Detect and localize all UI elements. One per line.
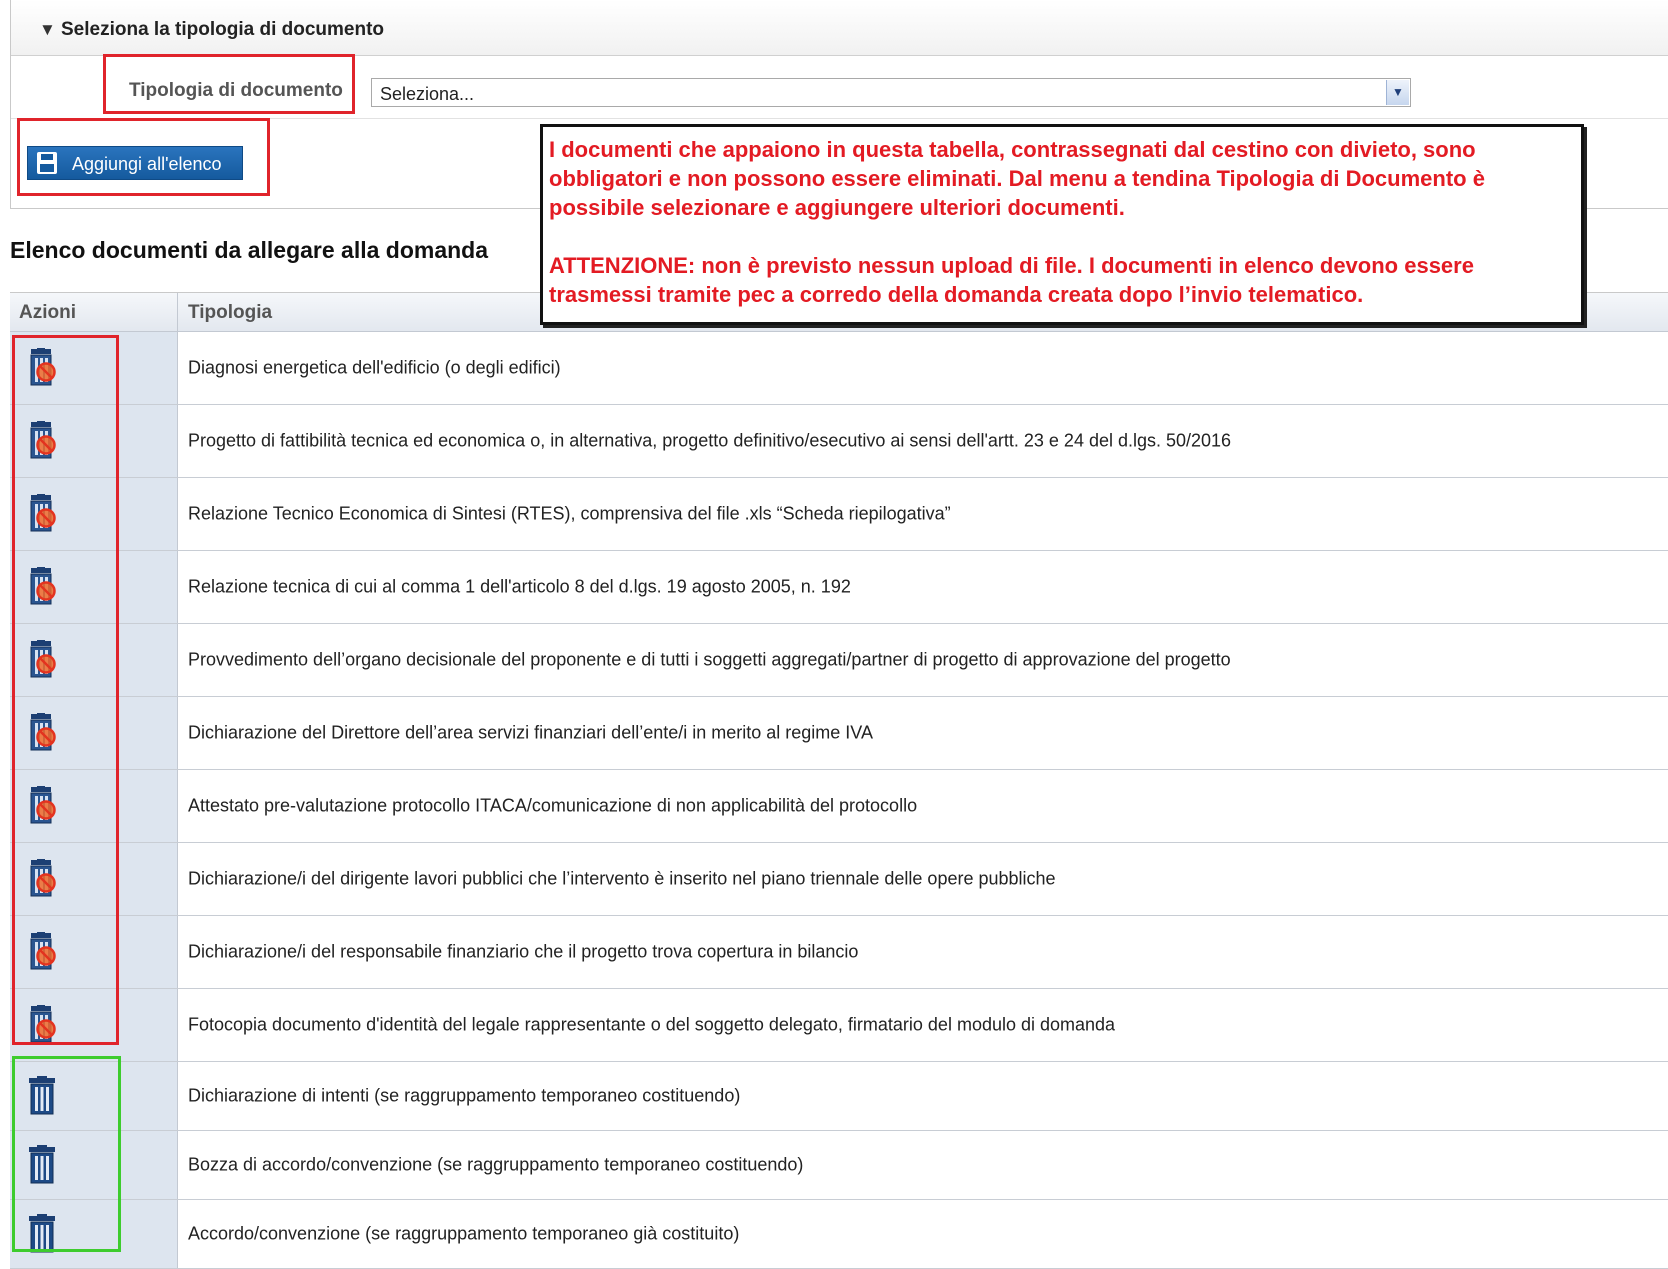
table-row: Provvedimento dell’organo decisionale de…	[10, 624, 1668, 697]
row-tipologia-text: Dichiarazione di intenti (se raggruppame…	[188, 1085, 741, 1106]
panel-title: Seleziona la tipologia di documento	[61, 19, 385, 40]
collapse-triangle-icon[interactable]: ▼	[39, 20, 56, 40]
row-tipologia-text: Dichiarazione/i del responsabile finanzi…	[188, 941, 859, 962]
table-row: Attestato pre-valutazione protocollo ITA…	[10, 770, 1668, 843]
table-row: Relazione tecnica di cui al comma 1 dell…	[10, 551, 1668, 624]
row-tipologia-text: Accordo/convenzione (se raggruppamento t…	[188, 1223, 740, 1244]
info-callout: I documenti che appaiono in questa tabel…	[540, 124, 1584, 325]
panel-header[interactable]: ▼ Seleziona la tipologia di documento	[11, 0, 1668, 56]
table-row: Dichiarazione/i del dirigente lavori pub…	[10, 843, 1668, 916]
table-row: Bozza di accordo/convenzione (se raggrup…	[10, 1131, 1668, 1200]
documents-list-title: Elenco documenti da allegare alla domand…	[10, 237, 489, 263]
table-row: Fotocopia documento d'identità del legal…	[10, 989, 1668, 1062]
callout-paragraph-2: ATTENZIONE: non è previsto nessun upload…	[549, 253, 1474, 307]
row-tipologia-text: Attestato pre-valutazione protocollo ITA…	[188, 795, 918, 816]
document-type-select[interactable]: Seleziona... ▼	[371, 78, 1411, 107]
table-row: Relazione Tecnico Economica di Sintesi (…	[10, 478, 1668, 551]
table-row: Dichiarazione del Direttore dell’area se…	[10, 697, 1668, 770]
table-row: Progetto di fattibilità tecnica ed econo…	[10, 405, 1668, 478]
column-header-azioni: Azioni	[10, 293, 178, 331]
document-type-select-value: Seleziona...	[380, 84, 475, 104]
highlight-frame-add-button	[17, 118, 270, 196]
highlight-frame-field-label	[103, 54, 355, 114]
table-body: Diagnosi energetica dell'edificio (o deg…	[10, 332, 1668, 1269]
row-tipologia-text: Dichiarazione del Direttore dell’area se…	[188, 722, 873, 743]
highlight-frame-mandatory-actions	[12, 335, 119, 1045]
table-row: Accordo/convenzione (se raggruppamento t…	[10, 1200, 1668, 1269]
row-tipologia-text: Dichiarazione/i del dirigente lavori pub…	[188, 868, 1056, 889]
row-tipologia-text: Bozza di accordo/convenzione (se raggrup…	[188, 1154, 804, 1175]
row-tipologia-text: Diagnosi energetica dell'edificio (o deg…	[188, 357, 561, 378]
row-tipologia-text: Relazione Tecnico Economica di Sintesi (…	[188, 503, 951, 524]
table-row: Dichiarazione di intenti (se raggruppame…	[10, 1062, 1668, 1131]
documents-table: Azioni Tipologia Diagnosi energetica del…	[10, 292, 1668, 1269]
callout-paragraph-1: I documenti che appaiono in questa tabel…	[549, 137, 1485, 220]
highlight-frame-optional-actions	[12, 1056, 121, 1252]
row-tipologia-text: Fotocopia documento d'identità del legal…	[188, 1014, 1116, 1035]
row-tipologia-text: Progetto di fattibilità tecnica ed econo…	[188, 430, 1232, 451]
row-tipologia-text: Provvedimento dell’organo decisionale de…	[188, 649, 1231, 670]
chevron-down-icon[interactable]: ▼	[1386, 80, 1409, 105]
table-row: Dichiarazione/i del responsabile finanzi…	[10, 916, 1668, 989]
row-tipologia-text: Relazione tecnica di cui al comma 1 dell…	[188, 576, 851, 597]
table-row: Diagnosi energetica dell'edificio (o deg…	[10, 332, 1668, 405]
